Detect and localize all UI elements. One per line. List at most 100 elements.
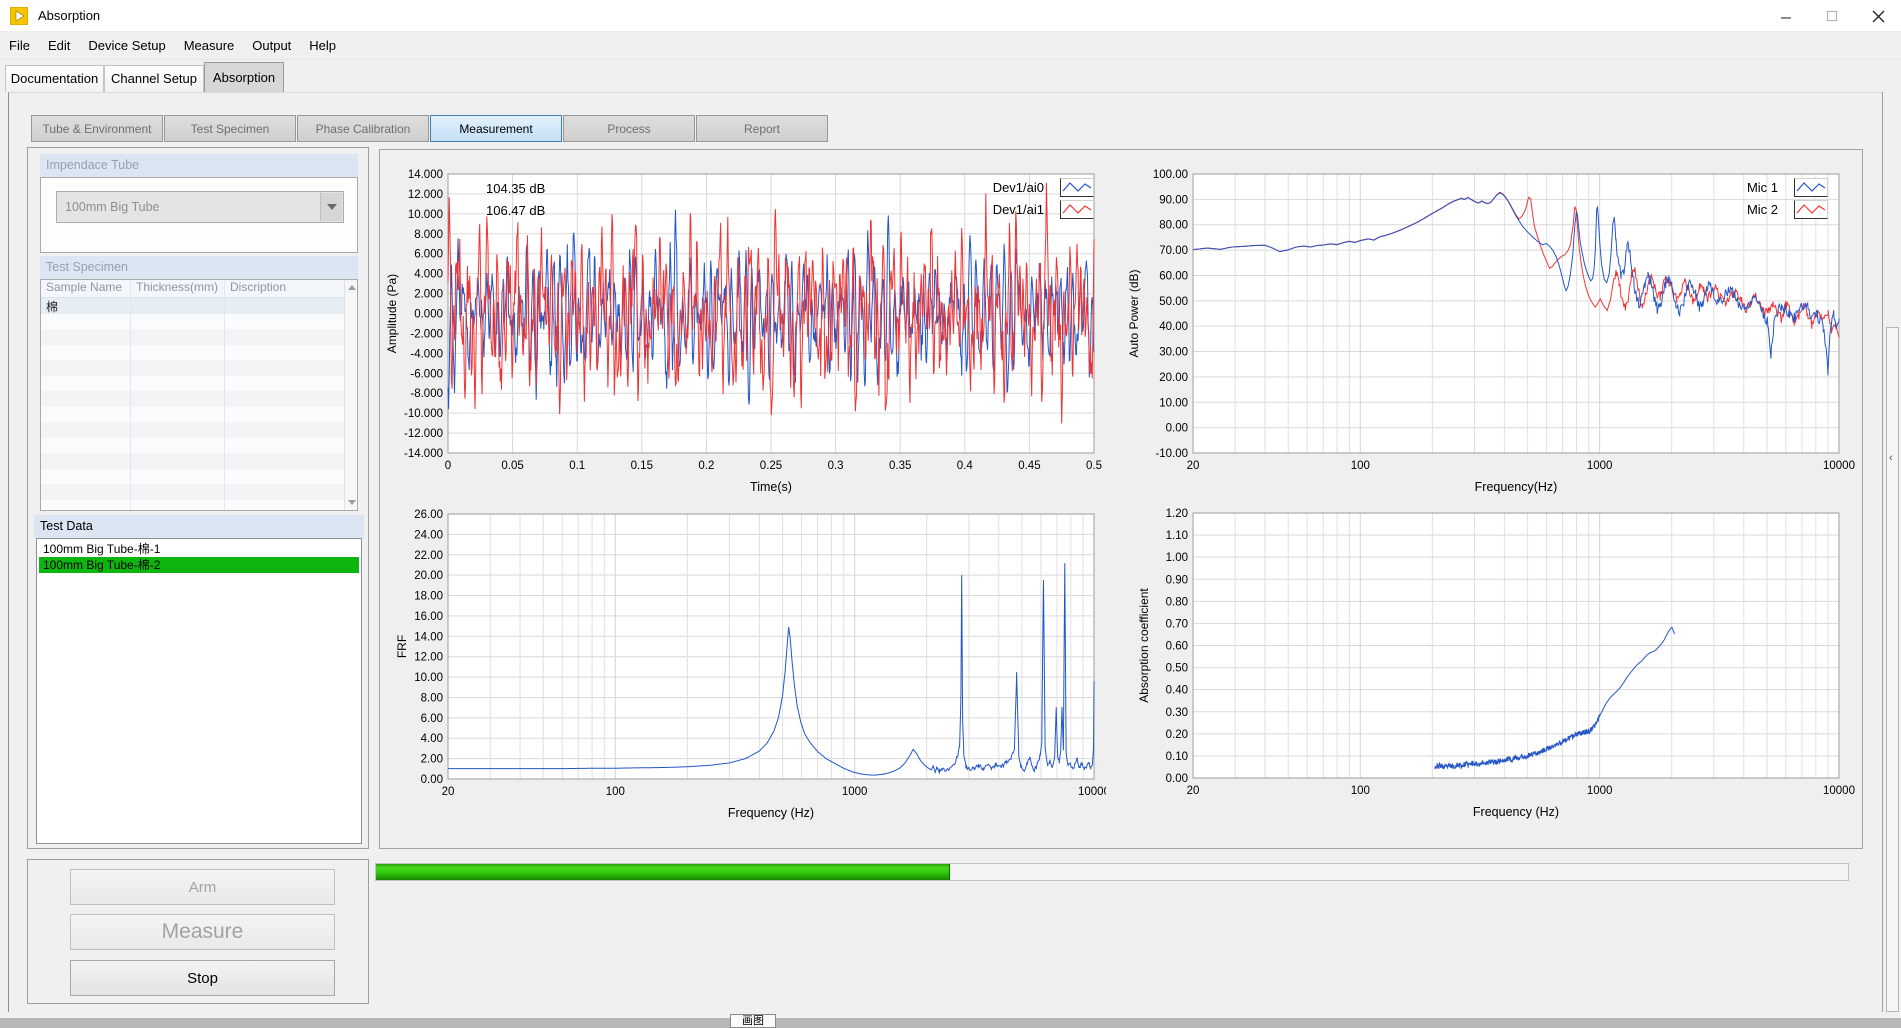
tab-absorption[interactable]: Absorption: [204, 62, 284, 92]
legend-label: Dev1/ai0: [954, 180, 1044, 195]
svg-text:14.00: 14.00: [414, 631, 443, 643]
svg-text:12.000: 12.000: [408, 189, 443, 201]
subtab-test-specimen[interactable]: Test Specimen: [164, 115, 296, 142]
impedance-tube-dropdown[interactable]: 100mm Big Tube: [56, 191, 344, 223]
svg-text:100.00: 100.00: [1153, 169, 1188, 181]
dropdown-button[interactable]: [320, 193, 342, 221]
svg-text:0.2: 0.2: [698, 460, 714, 472]
panel-collapse-handle[interactable]: ‹: [1886, 327, 1899, 1012]
scroll-up-icon[interactable]: [348, 285, 356, 290]
bottom-tab-draw[interactable]: 画图: [730, 1014, 776, 1028]
svg-text:8.00: 8.00: [421, 692, 443, 704]
svg-text:50.00: 50.00: [1159, 296, 1188, 308]
menu-file[interactable]: File: [0, 32, 39, 59]
menu-output[interactable]: Output: [243, 32, 300, 59]
svg-text:10000: 10000: [1823, 785, 1855, 797]
test-data-list: 100mm Big Tube-棉-1 100mm Big Tube-棉-2: [36, 538, 362, 844]
app-icon: [10, 7, 28, 25]
test-specimen-table: Sample Name Thickness(mm) Discription 棉: [40, 279, 358, 511]
legend-line-icon: [1794, 200, 1828, 219]
svg-text:30.00: 30.00: [1159, 347, 1188, 359]
level-readout: 104.35 dB: [486, 181, 545, 196]
svg-text:Frequency (Hz): Frequency (Hz): [1473, 805, 1559, 819]
menu-device-setup[interactable]: Device Setup: [79, 32, 174, 59]
absorption-page: Tube & Environment Test Specimen Phase C…: [8, 92, 1882, 1012]
time-waveform-graph: 14.00012.00010.0008.0006.0004.0002.0000.…: [384, 156, 1106, 506]
svg-text:-8.000: -8.000: [410, 388, 443, 400]
subtab-phase-calibration[interactable]: Phase Calibration: [297, 115, 429, 142]
svg-text:2.000: 2.000: [414, 289, 443, 301]
minimize-button[interactable]: [1763, 0, 1809, 32]
subtab-tube-environment[interactable]: Tube & Environment: [31, 115, 163, 142]
svg-text:0.5: 0.5: [1086, 460, 1102, 472]
arm-button[interactable]: Arm: [70, 869, 335, 905]
left-panel: Impendace Tube 100mm Big Tube Test Speci…: [27, 147, 369, 849]
svg-text:26.00: 26.00: [414, 509, 443, 521]
svg-text:0.00: 0.00: [1166, 773, 1188, 785]
menu-help[interactable]: Help: [300, 32, 345, 59]
svg-text:-2.000: -2.000: [410, 328, 443, 340]
stop-button[interactable]: Stop: [70, 960, 335, 996]
svg-text:0.35: 0.35: [889, 460, 911, 472]
svg-text:10000: 10000: [1823, 460, 1855, 472]
absorption-graph: 1.201.101.000.900.800.700.600.500.400.30…: [1124, 496, 1864, 836]
table-row: [41, 314, 357, 330]
app-window: Absorption File Edit Device Setup Measur…: [0, 0, 1901, 1028]
svg-text:20: 20: [442, 786, 455, 798]
frf-graph: 26.0024.0022.0020.0018.0016.0014.0012.00…: [384, 496, 1106, 836]
svg-text:20: 20: [1187, 460, 1200, 472]
svg-text:100: 100: [1351, 460, 1370, 472]
close-button[interactable]: [1855, 0, 1901, 32]
svg-text:Frequency (Hz): Frequency (Hz): [728, 806, 814, 820]
table-row: [41, 438, 357, 454]
svg-text:0.45: 0.45: [1018, 460, 1040, 472]
legend-label: Mic 1: [1688, 180, 1778, 195]
svg-text:0.10: 0.10: [1166, 751, 1188, 763]
svg-text:0.60: 0.60: [1166, 641, 1188, 653]
svg-text:20.00: 20.00: [1159, 372, 1188, 384]
svg-text:0.4: 0.4: [957, 460, 974, 472]
column-thickness: Thickness(mm): [131, 280, 225, 297]
legend-line-icon: [1060, 178, 1094, 197]
legend-label: Dev1/ai1: [954, 202, 1044, 217]
svg-text:40.00: 40.00: [1159, 321, 1188, 333]
svg-text:Absorption coefficient: Absorption coefficient: [1137, 588, 1151, 703]
maximize-button[interactable]: [1809, 0, 1855, 32]
svg-text:1.20: 1.20: [1166, 508, 1188, 520]
svg-text:2.00: 2.00: [421, 754, 443, 766]
title-bar: Absorption: [0, 0, 1901, 32]
scroll-down-icon[interactable]: [348, 500, 356, 505]
menu-edit[interactable]: Edit: [39, 32, 79, 59]
svg-text:14.000: 14.000: [408, 169, 443, 181]
chevron-down-icon: [327, 204, 337, 210]
subtab-report[interactable]: Report: [696, 115, 828, 142]
tab-documentation[interactable]: Documentation: [5, 65, 104, 92]
svg-text:18.00: 18.00: [414, 591, 443, 603]
table-row[interactable]: 棉: [41, 298, 357, 314]
svg-text:10000: 10000: [1078, 786, 1106, 798]
chevron-left-icon: ‹: [1889, 452, 1893, 464]
level-readout: 106.47 dB: [486, 203, 545, 218]
table-scrollbar[interactable]: [344, 280, 357, 510]
measure-button[interactable]: Measure: [70, 914, 335, 950]
svg-text:80.00: 80.00: [1159, 220, 1188, 232]
page-border: [1882, 92, 1883, 1012]
svg-text:16.00: 16.00: [414, 611, 443, 623]
svg-text:4.000: 4.000: [414, 269, 443, 281]
svg-text:0.3: 0.3: [828, 460, 844, 472]
list-item[interactable]: 100mm Big Tube-棉-1: [39, 541, 359, 557]
menu-measure[interactable]: Measure: [175, 32, 244, 59]
svg-text:1.10: 1.10: [1166, 530, 1188, 542]
svg-text:100: 100: [1351, 785, 1370, 797]
tab-channel-setup[interactable]: Channel Setup: [104, 65, 204, 92]
legend-line-icon: [1794, 178, 1828, 197]
svg-text:10.000: 10.000: [408, 209, 443, 221]
subtab-measurement[interactable]: Measurement: [430, 115, 562, 142]
svg-text:0.1: 0.1: [569, 460, 585, 472]
legend-line-icon: [1060, 200, 1094, 219]
svg-text:0.30: 0.30: [1166, 707, 1188, 719]
table-row: [41, 376, 357, 392]
list-item-selected[interactable]: 100mm Big Tube-棉-2: [39, 557, 359, 573]
subtab-process[interactable]: Process: [563, 115, 695, 142]
svg-text:60.00: 60.00: [1159, 270, 1188, 282]
